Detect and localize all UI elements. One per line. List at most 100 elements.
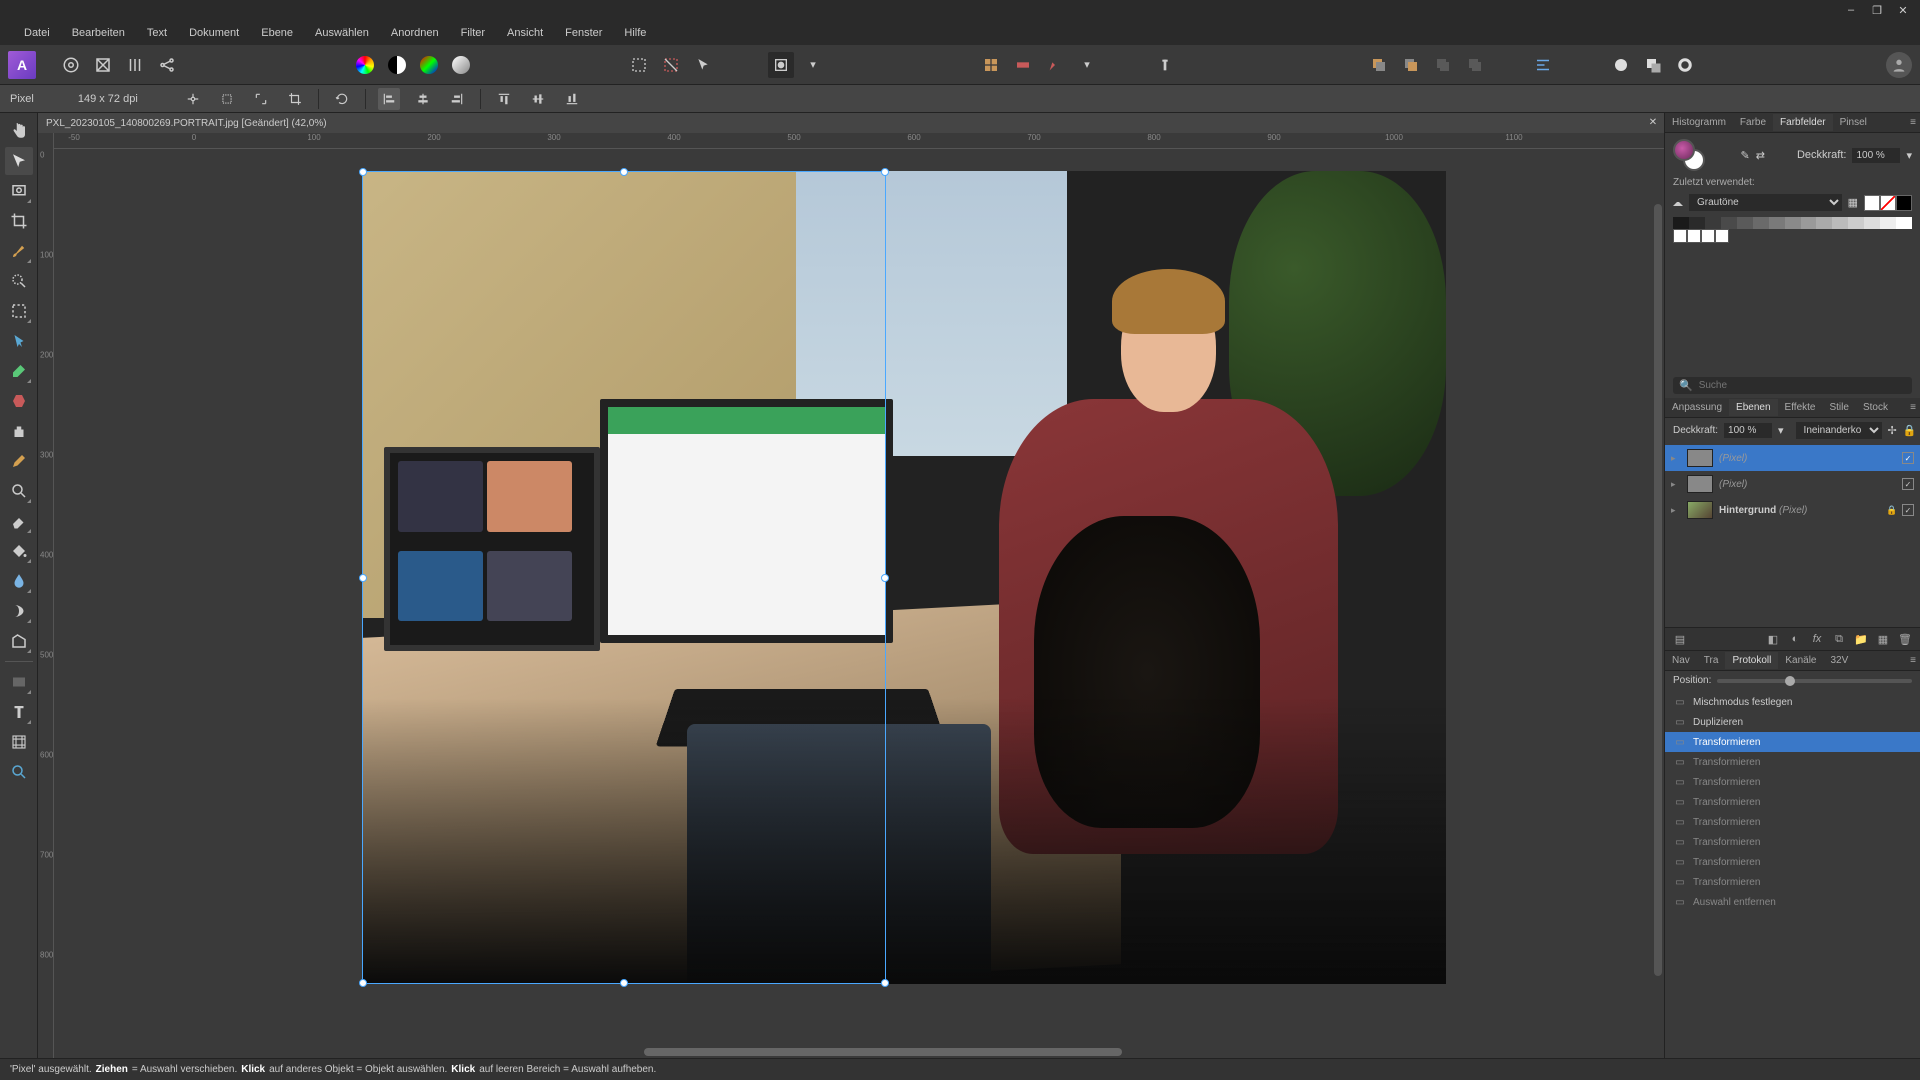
layers-expand-icon[interactable]: ▤ (1671, 630, 1689, 648)
layer-opacity-input[interactable] (1724, 423, 1772, 438)
tab-32v[interactable]: 32V (1823, 652, 1855, 669)
history-item[interactable]: ▭Transformieren (1665, 772, 1920, 792)
layer-row[interactable]: ▸(Pixel)✓ (1665, 445, 1920, 471)
align-center-h-icon[interactable] (412, 88, 434, 110)
layer-expand-icon[interactable]: ▸ (1671, 453, 1681, 464)
search-box[interactable]: 🔍 (1673, 377, 1912, 394)
color-wheel-icon[interactable] (352, 52, 378, 78)
menu-fenster[interactable]: Fenster (555, 23, 612, 43)
adjustment-icon[interactable]: ◐ (1786, 630, 1804, 648)
tab-nav[interactable]: Nav (1665, 652, 1697, 669)
move-tool[interactable] (5, 147, 33, 175)
tab-pinsel[interactable]: Pinsel (1833, 114, 1874, 131)
dropdown-icon[interactable]: ▾ (800, 52, 826, 78)
remove-red-icon[interactable] (1010, 52, 1036, 78)
menu-bearbeiten[interactable]: Bearbeiten (62, 23, 135, 43)
panel-options-icon[interactable]: ≡ (1910, 402, 1916, 413)
swatch-none[interactable] (1864, 195, 1912, 211)
align-middle-v-icon[interactable] (527, 88, 549, 110)
history-item[interactable]: ▭Transformieren (1665, 792, 1920, 812)
lock-icon[interactable]: 🔒 (1886, 505, 1896, 516)
selection-brush-tool[interactable] (5, 267, 33, 295)
panel-options-icon[interactable]: ≡ (1910, 655, 1916, 666)
canvas[interactable] (54, 149, 1664, 1058)
menu-filter[interactable]: Filter (451, 23, 495, 43)
align-right-icon[interactable] (446, 88, 468, 110)
eraser-tool[interactable] (5, 507, 33, 535)
clone-tool[interactable] (5, 417, 33, 445)
history-item[interactable]: ▭Auswahl entfernen (1665, 892, 1920, 912)
document-tab[interactable]: PXL_20230105_140800269.PORTRAIT.jpg [Geä… (38, 113, 1664, 133)
search-input[interactable] (1699, 380, 1906, 391)
shape-tool[interactable] (5, 627, 33, 655)
swatch-view-icon[interactable]: ▦ (1848, 196, 1858, 209)
history-slider[interactable] (1717, 679, 1912, 683)
brush-tool[interactable] (5, 237, 33, 265)
flood-select-tool[interactable] (5, 327, 33, 355)
persona-liquify-button[interactable] (90, 52, 116, 78)
tab-farbe[interactable]: Farbe (1733, 114, 1773, 131)
history-item[interactable]: ▭Duplizieren (1665, 712, 1920, 732)
menu-auswählen[interactable]: Auswählen (305, 23, 379, 43)
align-icon[interactable] (1530, 52, 1556, 78)
white-swatches[interactable] (1673, 229, 1733, 243)
layer-opacity-dropdown[interactable]: ▾ (1778, 424, 1784, 437)
tab-tra[interactable]: Tra (1697, 652, 1726, 669)
quick-mask-icon[interactable] (768, 52, 794, 78)
mesh-tool[interactable] (5, 728, 33, 756)
layer-row[interactable]: ▸Hintergrund (Pixel)🔒✓ (1665, 497, 1920, 523)
color-rgb-icon[interactable] (416, 52, 442, 78)
color-gradient-icon[interactable] (448, 52, 474, 78)
canvas-h-scrollbar[interactable] (70, 1046, 1664, 1058)
paint-brush-tool[interactable] (5, 357, 33, 385)
hand-tool[interactable] (5, 117, 33, 145)
tab-effekte[interactable]: Effekte (1778, 399, 1823, 416)
persona-develop-button[interactable] (122, 52, 148, 78)
menu-ansicht[interactable]: Ansicht (497, 23, 553, 43)
folder-icon[interactable]: 📁 (1852, 630, 1870, 648)
crop-2-icon[interactable] (284, 88, 306, 110)
menu-anordnen[interactable]: Anordnen (381, 23, 449, 43)
marquee-freehand-icon[interactable] (658, 52, 684, 78)
align-left-icon[interactable] (378, 88, 400, 110)
brush-red-icon[interactable] (1042, 52, 1068, 78)
history-item[interactable]: ▭Transformieren (1665, 832, 1920, 852)
smudge-tool[interactable] (5, 597, 33, 625)
snapshot-icon[interactable]: ⧉ (1830, 630, 1848, 648)
marquee-tool[interactable] (5, 297, 33, 325)
swap-colors-icon[interactable]: ⇄ (1756, 149, 1765, 162)
tab-protokoll[interactable]: Protokoll (1725, 652, 1778, 669)
menu-ebene[interactable]: Ebene (251, 23, 303, 43)
layer-expand-icon[interactable]: ▸ (1671, 479, 1681, 490)
dropdown-icon-2[interactable]: ▾ (1074, 52, 1100, 78)
rotate-icon[interactable] (331, 88, 353, 110)
layer-row[interactable]: ▸(Pixel)✓ (1665, 471, 1920, 497)
history-item[interactable]: ▭Transformieren (1665, 872, 1920, 892)
color-selector[interactable] (1673, 139, 1705, 171)
history-item[interactable]: ▭Transformieren (1665, 852, 1920, 872)
window-maximize[interactable]: ❐ (1864, 0, 1890, 20)
text-tool[interactable] (5, 698, 33, 726)
history-item[interactable]: ▭Transformieren (1665, 812, 1920, 832)
layer-visibility-checkbox[interactable]: ✓ (1902, 452, 1914, 464)
gray-ramp[interactable] (1673, 217, 1912, 229)
menu-text[interactable]: Text (137, 23, 177, 43)
tab-farbfelder[interactable]: Farbfelder (1773, 114, 1833, 131)
layer-order-1-icon[interactable] (1366, 52, 1392, 78)
persona-export-button[interactable] (154, 52, 180, 78)
fx-icon[interactable]: fx (1808, 630, 1826, 648)
window-minimize[interactable]: – (1838, 0, 1864, 20)
panel-options-icon[interactable]: ≡ (1910, 117, 1916, 128)
shape-ring-icon[interactable] (1672, 52, 1698, 78)
align-bottom-icon[interactable] (561, 88, 583, 110)
layer-visibility-checkbox[interactable]: ✓ (1902, 504, 1914, 516)
layer-visibility-checkbox[interactable]: ✓ (1902, 478, 1914, 490)
layer-expand-icon[interactable]: ▸ (1671, 505, 1681, 516)
fill-tool[interactable] (5, 537, 33, 565)
shape-overlap-icon[interactable] (1640, 52, 1666, 78)
layer-order-2-icon[interactable] (1398, 52, 1424, 78)
close-icon[interactable]: ✕ (1646, 115, 1660, 129)
info-icon[interactable] (1152, 52, 1178, 78)
view-tool[interactable] (5, 177, 33, 205)
inpainting-tool[interactable] (5, 387, 33, 415)
